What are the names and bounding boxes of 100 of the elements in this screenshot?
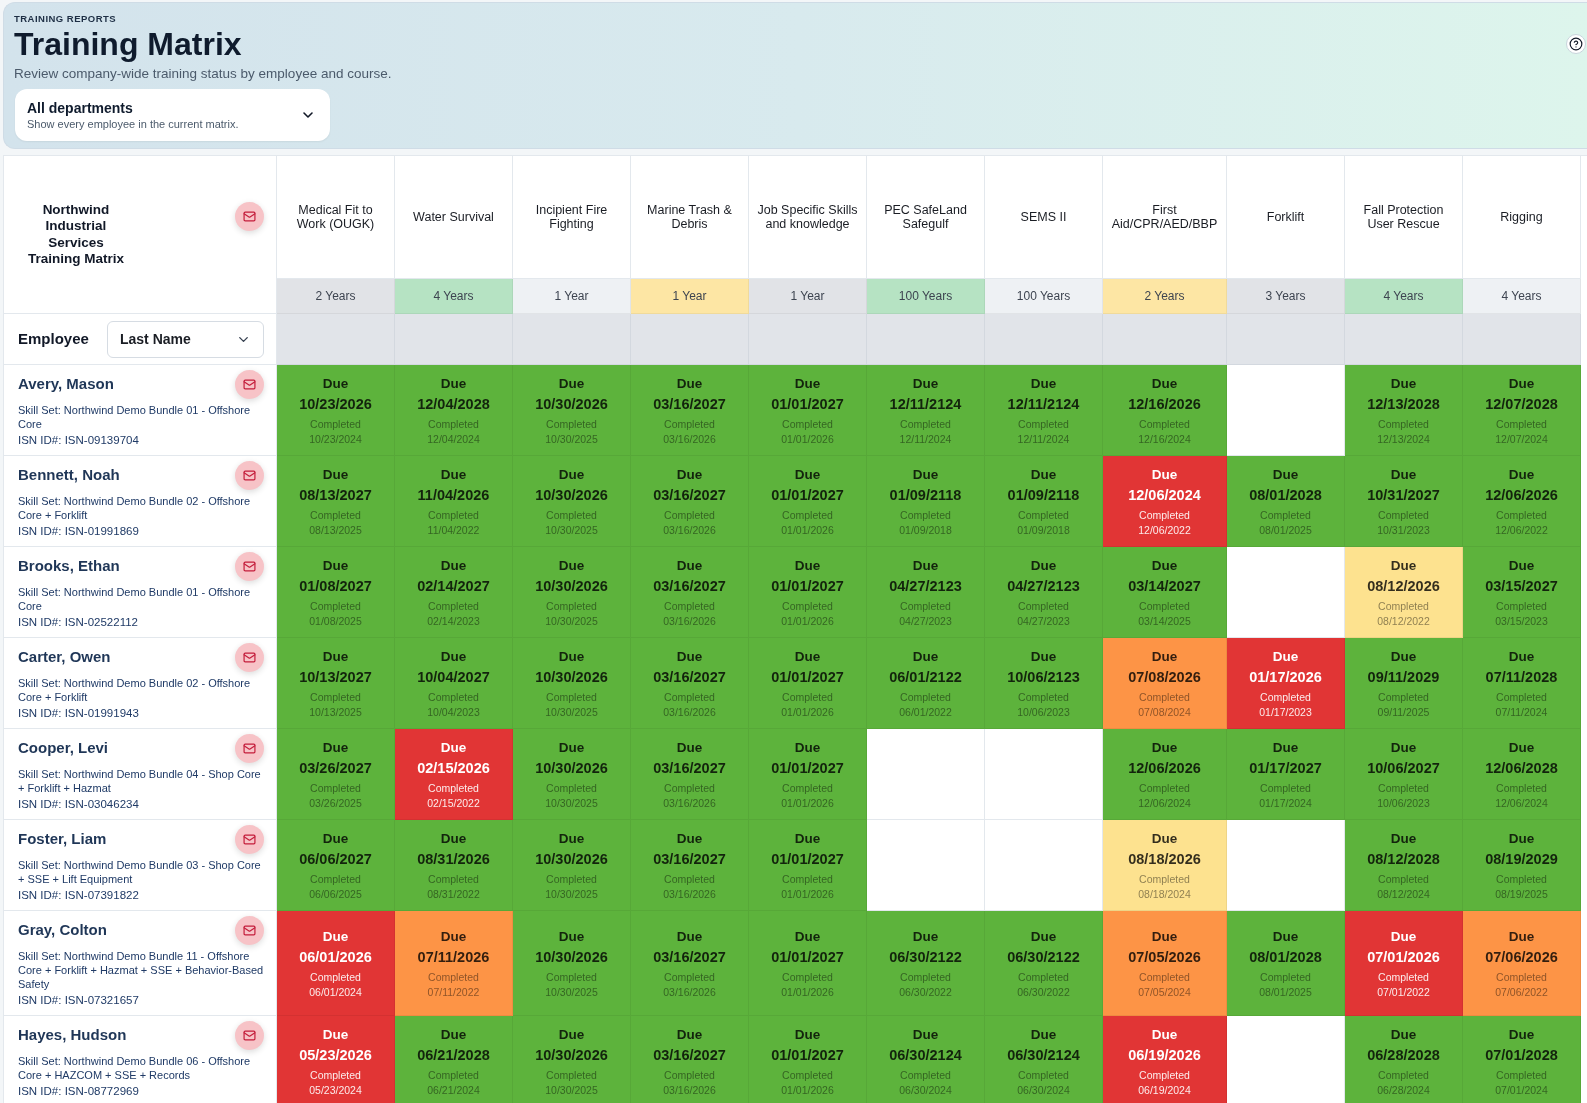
renewal-period-cell: 4 Years — [1463, 279, 1581, 314]
due-label: Due — [1030, 647, 1057, 666]
completed-date: 10/06/2023 — [1377, 795, 1430, 810]
due-label: Due — [322, 1025, 349, 1044]
due-label: Due — [1151, 829, 1178, 848]
completed-label: Completed — [900, 1067, 951, 1082]
column-header: Fall Protection User Rescue — [1362, 203, 1445, 231]
completed-date: 01/01/2026 — [781, 795, 834, 810]
completed-label: Completed — [310, 1067, 361, 1082]
completed-date: 01/01/2026 — [781, 522, 834, 537]
due-label: Due — [676, 829, 703, 848]
due-date: 06/30/2122 — [889, 947, 962, 967]
email-button[interactable] — [235, 461, 264, 490]
completed-date: 03/16/2026 — [663, 984, 716, 999]
email-button[interactable] — [235, 552, 264, 581]
column-header: Incipient Fire Fighting — [534, 203, 609, 231]
renewal-period-cell: 1 Year — [749, 279, 867, 314]
due-date: 08/12/2026 — [1367, 576, 1440, 596]
page-description: Review company-wide training status by employee and course. — [14, 65, 392, 83]
email-button[interactable] — [235, 202, 264, 231]
due-date: 03/16/2027 — [653, 667, 726, 687]
sort-select[interactable]: Last Name — [107, 320, 264, 358]
due-label: Due — [794, 374, 821, 393]
email-button[interactable] — [235, 643, 264, 672]
due-label: Due — [676, 374, 703, 393]
completed-date: 07/11/2024 — [1495, 704, 1548, 719]
due-label: Due — [1390, 374, 1417, 393]
due-date: 07/01/2026 — [1367, 947, 1440, 967]
completed-date: 06/01/2024 — [309, 984, 362, 999]
completed-date: 06/30/2022 — [899, 984, 952, 999]
email-button[interactable] — [235, 916, 264, 945]
completed-label: Completed — [1139, 780, 1190, 795]
completed-label: Completed — [1018, 507, 1069, 522]
skill-set-text: Skill Set: Northwind Demo Bundle 02 - Offshore Core + Forklift — [18, 676, 252, 704]
department-select[interactable]: All departments Show every employee in the current matrix. — [15, 89, 330, 141]
due-label: Due — [794, 647, 821, 666]
employee-name: Carter, Owen — [18, 647, 111, 667]
completed-date: 09/11/2025 — [1377, 704, 1430, 719]
completed-date: 03/16/2026 — [663, 431, 716, 446]
completed-label: Completed — [782, 416, 833, 431]
completed-label: Completed — [1139, 689, 1190, 704]
employee-name: Hayes, Hudson — [18, 1025, 127, 1045]
due-label: Due — [1272, 738, 1299, 757]
completed-label: Completed — [310, 416, 361, 431]
completed-date: 01/01/2026 — [781, 613, 834, 628]
due-label: Due — [676, 1025, 703, 1044]
due-date: 10/31/2027 — [1367, 485, 1440, 505]
column-header: Medical Fit to Work (OUGK) — [295, 203, 376, 231]
completed-date: 08/18/2024 — [1138, 886, 1191, 901]
due-label: Due — [440, 374, 467, 393]
due-label: Due — [912, 374, 939, 393]
due-date: 03/16/2027 — [653, 485, 726, 505]
email-button[interactable] — [235, 370, 264, 399]
due-label: Due — [558, 374, 585, 393]
completed-date: 06/01/2022 — [899, 704, 952, 719]
due-label: Due — [322, 465, 349, 484]
isn-id-text: ISN ID#: ISN-02522112 — [18, 615, 139, 630]
due-date: 04/27/2123 — [889, 576, 962, 596]
due-date: 09/11/2029 — [1367, 667, 1440, 687]
completed-label: Completed — [664, 780, 715, 795]
completed-label: Completed — [782, 969, 833, 984]
due-date: 12/11/2124 — [1007, 394, 1080, 414]
due-label: Due — [1151, 556, 1178, 575]
completed-date: 11/04/2022 — [427, 522, 480, 537]
completed-label: Completed — [428, 780, 479, 795]
completed-date: 01/09/2018 — [899, 522, 952, 537]
email-button[interactable] — [235, 734, 264, 763]
due-date: 02/15/2026 — [417, 758, 490, 778]
employee-name: Foster, Liam — [18, 829, 107, 849]
due-label: Due — [1390, 1025, 1417, 1044]
completed-label: Completed — [782, 598, 833, 613]
completed-label: Completed — [428, 969, 479, 984]
column-header: Job Specific Skills and knowledge — [757, 203, 858, 231]
help-button[interactable] — [1566, 34, 1586, 54]
completed-date: 10/30/2025 — [545, 522, 598, 537]
due-label: Due — [1508, 556, 1535, 575]
due-date: 10/04/2027 — [417, 667, 490, 687]
due-label: Due — [558, 556, 585, 575]
due-date: 01/17/2027 — [1249, 758, 1322, 778]
completed-date: 10/06/2023 — [1017, 704, 1070, 719]
completed-label: Completed — [310, 598, 361, 613]
mail-icon — [243, 469, 256, 482]
completed-date: 10/31/2023 — [1377, 522, 1430, 537]
completed-date: 12/04/2024 — [427, 431, 480, 446]
completed-label: Completed — [1260, 689, 1311, 704]
due-label: Due — [1030, 1025, 1057, 1044]
due-label: Due — [1151, 374, 1178, 393]
completed-label: Completed — [1496, 598, 1547, 613]
mail-icon — [243, 210, 256, 223]
email-button[interactable] — [235, 1021, 264, 1050]
due-date: 10/06/2123 — [1007, 667, 1080, 687]
completed-date: 12/07/2024 — [1495, 431, 1548, 446]
column-header: First Aid/CPR/AED/BBP — [1110, 203, 1219, 231]
column-header: Marine Trash & Debris — [646, 203, 733, 231]
due-date: 03/16/2027 — [653, 394, 726, 414]
due-label: Due — [1030, 927, 1057, 946]
completed-label: Completed — [546, 969, 597, 984]
mail-icon — [243, 651, 256, 664]
email-button[interactable] — [235, 825, 264, 854]
mail-icon — [243, 924, 256, 937]
